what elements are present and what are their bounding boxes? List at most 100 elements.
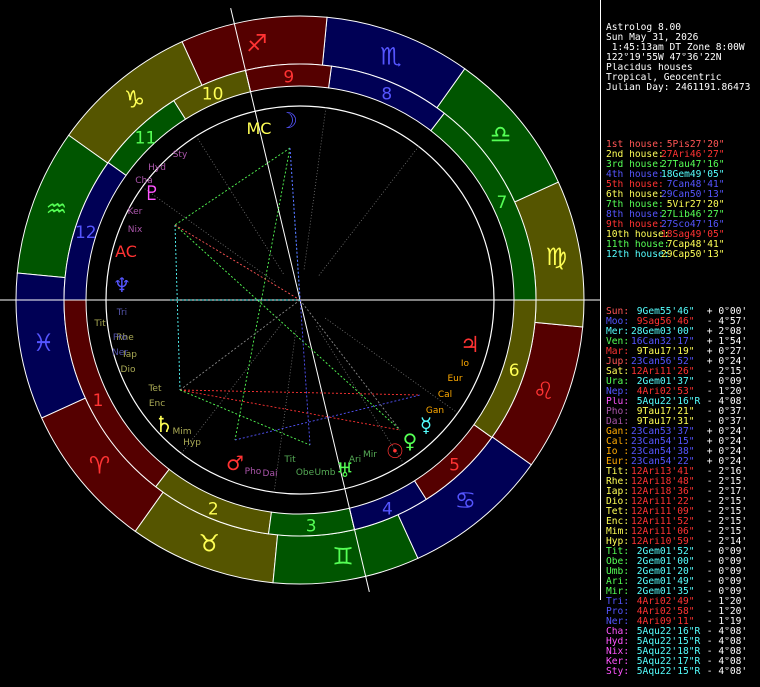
house-position: 7Can48'41"	[661, 180, 725, 190]
planet-position: 2Gem01'35"	[631, 587, 695, 597]
house-number: 3	[306, 517, 317, 537]
house-number: 5	[449, 456, 460, 476]
house-number: 9	[283, 67, 294, 87]
planet-row: Nep: 4Ari02'53" - 1°20'	[606, 387, 760, 397]
planet-row: Ura: 2Gem01'37" - 0°09'	[606, 377, 760, 387]
planet-row: Umb: 2Gem01'20" - 0°09'	[606, 567, 760, 577]
house-number: 4	[382, 499, 393, 519]
house-cusp-line	[181, 323, 282, 454]
planet-position: 12Ari11'26"	[631, 367, 695, 377]
planet-position: 12Ari11'09"	[631, 507, 695, 517]
planet-name: Pho:	[606, 407, 630, 417]
planet-speed: - 2°17'	[701, 487, 748, 497]
planet-name: Jup:	[606, 357, 630, 367]
aspect-line	[234, 147, 291, 441]
planet-speed: - 2°16'	[701, 467, 748, 477]
planet-position: 5Aqu22'17"R	[631, 657, 701, 667]
planet-glyph: Tit	[93, 319, 106, 329]
planet-row: Cal: 23Can54'15" + 0°24'	[606, 437, 760, 447]
sign-glyph: ♊	[332, 542, 354, 570]
house-cusp-list: 1st house: 5Pis27'20" 2nd house:27Ari46'2…	[606, 140, 760, 260]
planet-glyph: Mim	[172, 427, 191, 437]
house-cusp-line	[303, 107, 327, 271]
planet-name: Nix:	[606, 647, 630, 657]
house-label: 4th house:	[606, 170, 664, 180]
header-line: 1:45:13am DT Zone 8:00W	[606, 43, 745, 53]
planet-row: Moo: 9Sag56'46" - 4°57'	[606, 317, 760, 327]
planet-glyph: Dai	[263, 469, 278, 479]
planet-position: 12Ari10'59"	[631, 537, 695, 547]
house-position: 27Lib46'27"	[661, 210, 725, 220]
planet-speed: - 1°20'	[701, 607, 748, 617]
planet-position: 5Aqu22'15"R	[631, 667, 701, 677]
planet-row: Sty: 5Aqu22'15"R - 4°08'	[606, 667, 760, 677]
house-position: 29Cap50'13"	[661, 250, 725, 260]
house-number: 8	[381, 84, 392, 104]
planet-name: Tit:	[606, 467, 630, 477]
planet-row: Ner: 4Ari09'11" - 1°19'	[606, 617, 760, 627]
planet-row: Mim: 12Ari11'06" - 2°15'	[606, 527, 760, 537]
house-position: 5Vir27'20"	[661, 200, 725, 210]
planet-position: 4Ari02'53"	[631, 387, 695, 397]
planet-row: Enc: 12Ari11'52" - 2°15'	[606, 517, 760, 527]
house-row: 10th house:18Sag49'05"	[606, 230, 760, 240]
planet-glyph: Pro	[113, 333, 128, 343]
planet-speed: + 1°54'	[701, 337, 748, 347]
house-row: 6th house:29Can50'13"	[606, 190, 760, 200]
planet-speed: - 2°15'	[701, 477, 748, 487]
planet-speed: - 4°08'	[701, 667, 748, 677]
header-line: Sun May 31, 2026	[606, 33, 699, 43]
house-row: 12th house:29Cap50'13"	[606, 250, 760, 260]
house-position: 27Sco47'16"	[661, 220, 725, 230]
house-row: 7th house: 5Vir27'20"	[606, 200, 760, 210]
planet-glyph: Ari	[349, 455, 361, 465]
planet-name: Pro:	[606, 607, 630, 617]
aspect-line	[174, 224, 401, 431]
house-row: 2nd house:27Ari46'27"	[606, 150, 760, 160]
planet-position-list: Sun: 9Gem55'46" + 0°00' Moo: 9Sag56'46" -…	[606, 307, 760, 677]
house-row: 11th house: 7Cap48'41"	[606, 240, 760, 250]
sign-glyph: ♌	[533, 377, 555, 405]
planet-name: Cha:	[606, 627, 630, 637]
planet-position: 16Can32'17"	[631, 337, 695, 347]
planet-glyph: Sty	[173, 150, 188, 160]
planet-row: Dai: 9Tau17'31" - 0°37'	[606, 417, 760, 427]
house-position: 29Can50'13"	[661, 190, 725, 200]
planet-glyph: Hyd	[148, 163, 166, 173]
aspect-line	[174, 224, 181, 391]
sign-glyph: ♉	[198, 530, 220, 558]
house-cusp-line	[273, 329, 297, 493]
midheaven-label: MC	[247, 119, 272, 138]
planet-name: Iap:	[606, 487, 630, 497]
planet-name: Dai:	[606, 417, 630, 427]
planet-name: Nep:	[606, 387, 630, 397]
planet-name: Umb:	[606, 567, 630, 577]
planet-row: Hyp: 12Ari10'59" - 2°14'	[606, 537, 760, 547]
house-position: 18Gem49'05"	[661, 170, 725, 180]
planet-row: Tit: 12Ari13'41" - 2°16'	[606, 467, 760, 477]
planet-row: Dio: 12Ari11'22" - 2°15'	[606, 497, 760, 507]
planet-speed: - 0°37'	[701, 407, 748, 417]
planet-name: Ven:	[606, 337, 630, 347]
planet-speed: + 0°24'	[701, 427, 748, 437]
planet-glyph: ☿	[420, 413, 432, 437]
planet-glyph: Tri	[116, 308, 127, 318]
planet-speed: + 0°00'	[701, 307, 748, 317]
planet-speed: - 4°08'	[701, 647, 748, 657]
planet-name: Sun:	[606, 307, 630, 317]
info-panel: Astrolog 8.00 Sun May 31, 2026 1:45:13am …	[600, 0, 760, 677]
planet-position: 5Aqu22'18"R	[631, 647, 701, 657]
planet-glyph: ♂	[226, 451, 244, 475]
planet-speed: - 4°08'	[701, 637, 748, 647]
planet-row: Obe: 2Gem01'00" - 0°09'	[606, 557, 760, 567]
planet-name: Tit:	[606, 547, 630, 557]
planet-speed: - 2°15'	[701, 527, 748, 537]
sign-glyph: ♈	[89, 452, 111, 480]
aspect-line	[179, 389, 401, 431]
house-number: 2	[208, 500, 219, 520]
planet-row: Mar: 9Tau17'19" + 0°27'	[606, 347, 760, 357]
house-row: 5th house: 7Can48'41"	[606, 180, 760, 190]
planet-glyph: Ker	[128, 207, 143, 217]
planet-name: Sty:	[606, 667, 630, 677]
planet-position: 4Ari09'11"	[631, 617, 695, 627]
